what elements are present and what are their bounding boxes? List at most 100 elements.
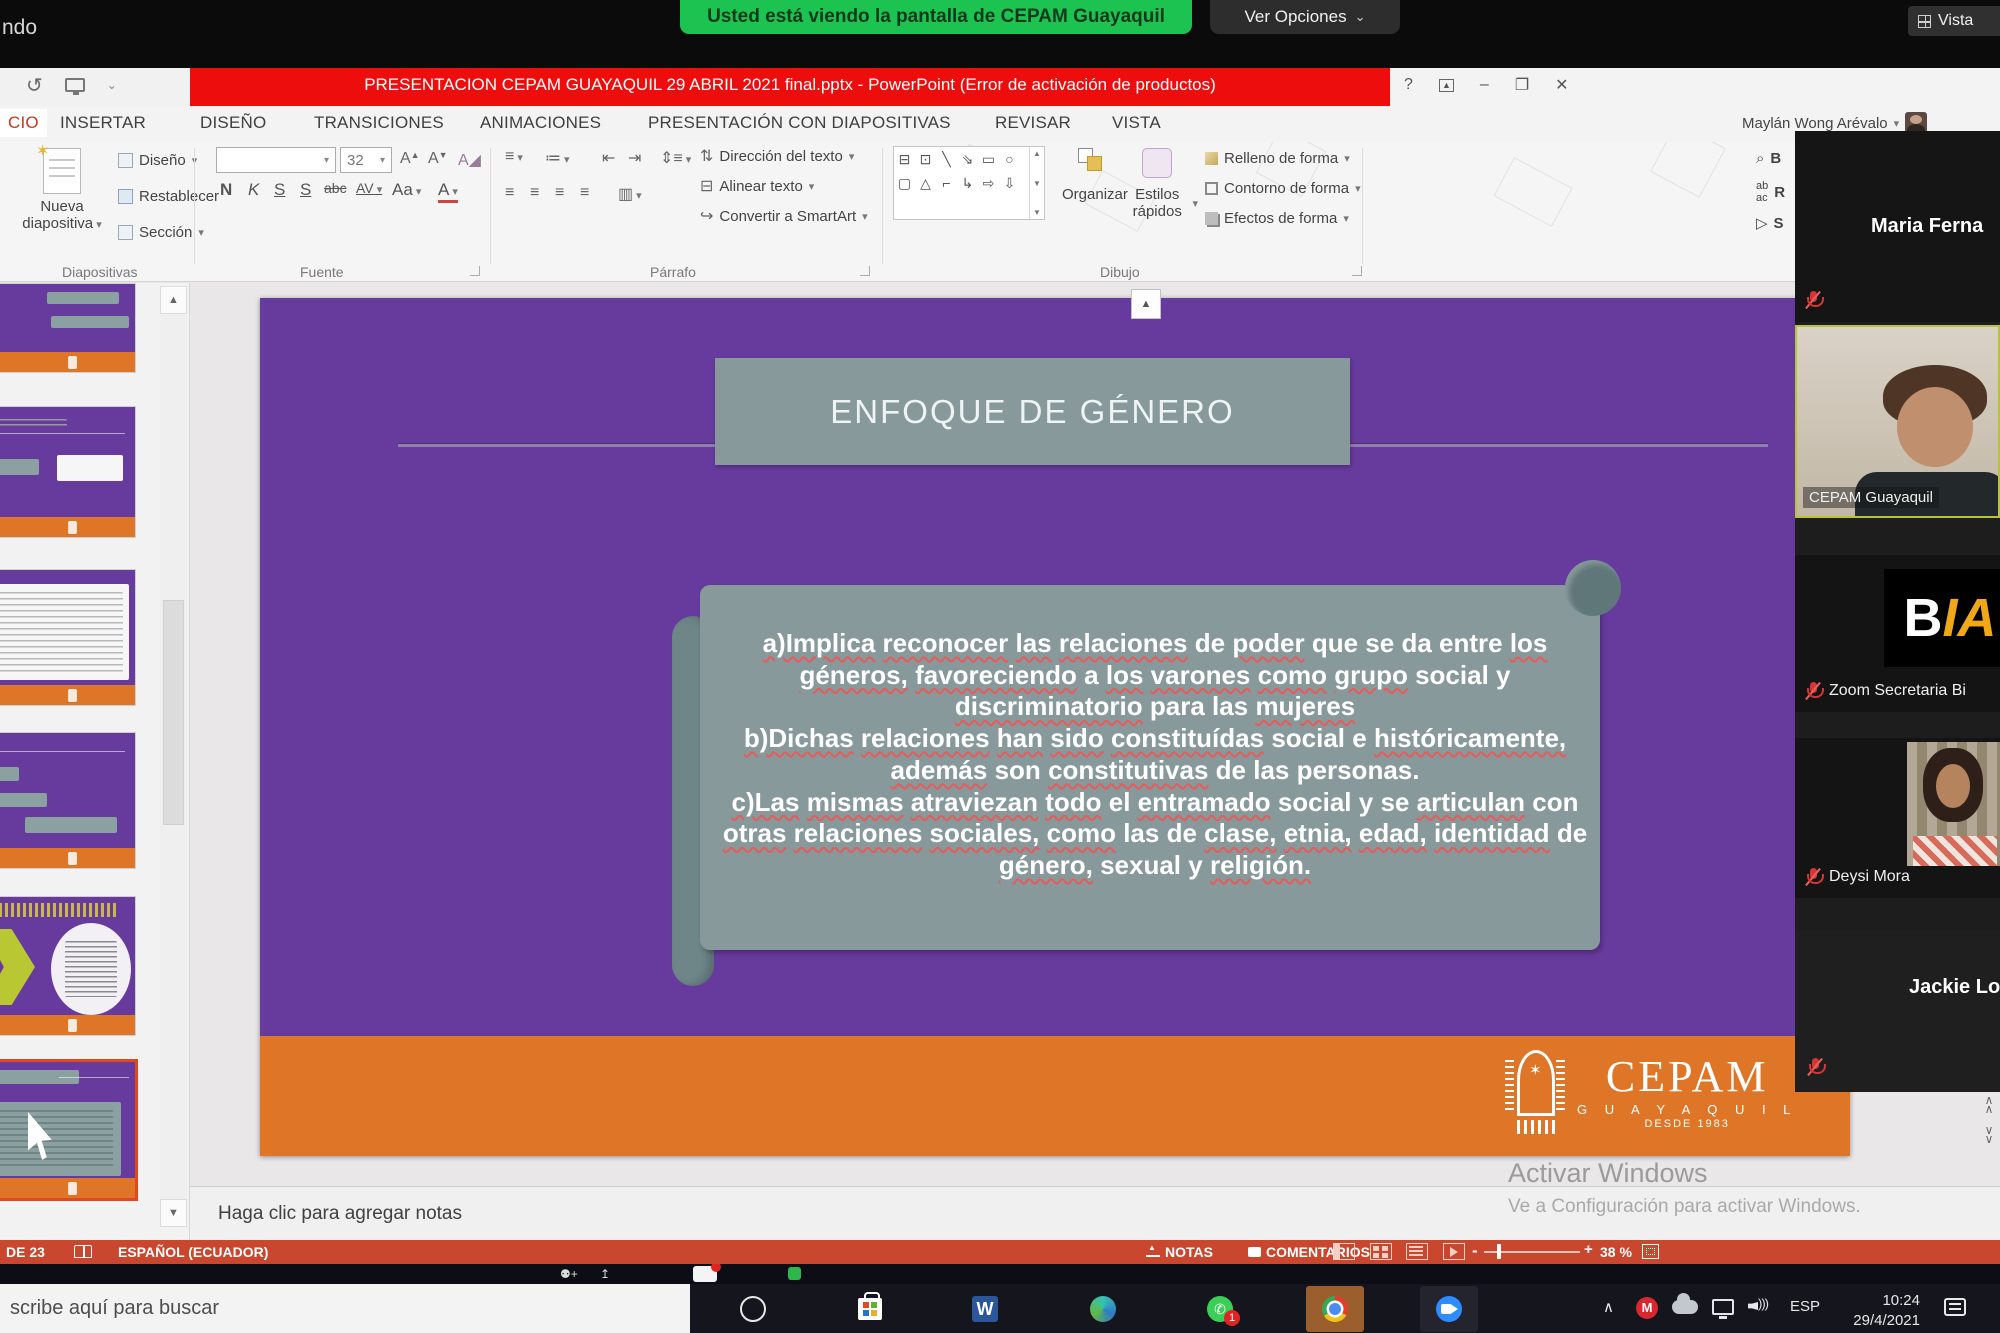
oval-shape-icon[interactable]: ○ bbox=[999, 147, 1020, 171]
align-center-icon[interactable]: ≡ bbox=[530, 184, 539, 202]
numbering-icon[interactable]: ≔ bbox=[545, 148, 570, 168]
font-name-combo[interactable] bbox=[216, 147, 336, 173]
scrollbar-up-button[interactable]: ▲ bbox=[1131, 289, 1161, 319]
elbow-arrow-shape-icon[interactable]: ↳ bbox=[957, 171, 978, 195]
slide-thumbnail[interactable] bbox=[0, 733, 135, 868]
vista-button[interactable]: Vista bbox=[1908, 6, 2000, 36]
align-text-button[interactable]: ⊟Alinear texto bbox=[700, 176, 814, 196]
participant-tile[interactable]: Deysi Mora bbox=[1795, 738, 2000, 898]
window-title-bar[interactable]: PRESENTACION CEPAM GUAYAQUIL 29 ABRIL 20… bbox=[190, 64, 1390, 106]
slide-thumbnail[interactable] bbox=[0, 570, 135, 705]
quick-styles-button[interactable]: Estilos rápidos bbox=[1128, 186, 1198, 220]
slide-thumbnail[interactable] bbox=[0, 407, 135, 537]
tab-revisar[interactable]: REVISAR bbox=[995, 113, 1071, 133]
shape-outline-button[interactable]: Contorno de forma bbox=[1205, 180, 1361, 197]
shapes-gallery[interactable]: ⊟⊡╲⇘▭○ ▢△⌐↳⇨⇩ ▲▼▼ bbox=[893, 146, 1045, 220]
slide-body[interactable]: a)Implica reconocer las relaciones de po… bbox=[715, 628, 1595, 882]
replace-button[interactable]: abacR bbox=[1756, 180, 1785, 204]
rectangle-shape-icon[interactable]: ▭ bbox=[978, 147, 999, 171]
slide-sorter-button[interactable] bbox=[1370, 1243, 1392, 1260]
participant-tile[interactable]: BIA Zoom Secretaria Bi bbox=[1795, 555, 2000, 712]
tab-presentacion[interactable]: PRESENTACIÓN CON DIAPOSITIVAS bbox=[648, 113, 951, 133]
italic-button[interactable]: K bbox=[248, 180, 259, 200]
slide-thumbnail-selected[interactable] bbox=[0, 1062, 135, 1198]
network-icon[interactable] bbox=[1712, 1299, 1734, 1315]
decrease-indent-icon[interactable]: ⇤ bbox=[602, 148, 615, 168]
fit-to-window-button[interactable] bbox=[1642, 1244, 1659, 1259]
shape-fill-button[interactable]: Relleno de forma bbox=[1205, 150, 1350, 167]
participants-scroll-up[interactable]: ∧ ∧ bbox=[1978, 1096, 2000, 1114]
restore-button[interactable]: ❐ bbox=[1515, 75, 1529, 95]
slide-counter[interactable]: DE 23 bbox=[6, 1244, 45, 1260]
font-color-button[interactable]: A bbox=[438, 180, 458, 203]
slide-title-box[interactable]: ENFOQUE DE GÉNERO bbox=[715, 358, 1350, 465]
slideshow-button[interactable] bbox=[1443, 1243, 1465, 1260]
thumbnail-scroll-down[interactable]: ▼ bbox=[160, 1199, 187, 1227]
slide-thumbnail[interactable] bbox=[0, 897, 135, 1035]
clock[interactable]: 10:24 29/4/2021 bbox=[1838, 1291, 1920, 1330]
thumbnail-scroll-up[interactable]: ▲ bbox=[160, 286, 187, 314]
increase-indent-icon[interactable]: ⇥ bbox=[628, 148, 641, 168]
design-button[interactable]: Diseño bbox=[118, 152, 197, 169]
columns-icon[interactable]: ▥ bbox=[618, 184, 642, 204]
tab-inicio[interactable]: CIO bbox=[0, 109, 47, 137]
slideshow-qat-icon[interactable] bbox=[65, 78, 85, 92]
arrow-shape-icon[interactable]: ⇘ bbox=[957, 147, 978, 171]
language-button[interactable]: ESPAÑOL (ECUADOR) bbox=[118, 1244, 268, 1260]
section-button[interactable]: Sección bbox=[118, 224, 204, 241]
slide-thumbnail[interactable] bbox=[0, 284, 135, 372]
zoom-out-button[interactable]: - bbox=[1472, 1241, 1478, 1261]
rounded-rectangle-shape-icon[interactable]: ▢ bbox=[894, 171, 915, 195]
participants-scroll-down[interactable]: ∨ ∨ bbox=[1978, 1126, 2000, 1144]
justify-icon[interactable]: ≡ bbox=[580, 184, 589, 202]
arrange-button[interactable]: Organizar bbox=[1062, 186, 1128, 203]
close-button[interactable]: ✕ bbox=[1555, 75, 1568, 95]
speaker-icon[interactable] bbox=[1748, 1298, 1768, 1314]
text-box-shape-icon[interactable]: ⊟ bbox=[894, 147, 915, 171]
bold-button[interactable]: N bbox=[220, 180, 232, 200]
tab-diseno[interactable]: DISEÑO bbox=[200, 113, 266, 133]
thumbnail-scroll-thumb[interactable] bbox=[163, 600, 184, 825]
customize-qat-icon[interactable]: ⌄ bbox=[107, 78, 117, 92]
line-spacing-icon[interactable]: ⇕≡ bbox=[660, 148, 691, 168]
normal-view-button[interactable] bbox=[1333, 1243, 1355, 1260]
action-center-icon[interactable] bbox=[1944, 1298, 1966, 1316]
zoom-slider-thumb[interactable] bbox=[1497, 1244, 1501, 1259]
shapes-gallery-scrollbar[interactable]: ▲▼▼ bbox=[1029, 147, 1044, 219]
reset-button[interactable]: Restablecer bbox=[118, 188, 219, 205]
zoom-in-button[interactable]: + bbox=[1584, 1241, 1593, 1258]
select-button[interactable]: ▷S bbox=[1756, 214, 1784, 232]
grow-font-icon[interactable]: A▲ bbox=[400, 150, 420, 168]
vertical-text-box-shape-icon[interactable]: ⊡ bbox=[915, 147, 936, 171]
notes-placeholder[interactable]: Haga clic para agregar notas bbox=[218, 1203, 462, 1225]
shrink-font-icon[interactable]: A▼ bbox=[428, 150, 448, 168]
down-arrow-shape-icon[interactable]: ⇩ bbox=[999, 171, 1020, 195]
undo-icon[interactable]: ↺ bbox=[26, 73, 43, 98]
minimize-button[interactable]: – bbox=[1480, 76, 1489, 94]
notes-button[interactable]: NOTAS bbox=[1146, 1244, 1213, 1260]
ribbon-options-button[interactable]: ▲ bbox=[1439, 79, 1454, 92]
reading-view-button[interactable] bbox=[1406, 1243, 1428, 1260]
tab-vista[interactable]: VISTA bbox=[1112, 113, 1161, 133]
font-size-combo[interactable]: 32 bbox=[340, 147, 392, 173]
underline-button[interactable]: S bbox=[274, 180, 285, 200]
align-right-icon[interactable]: ≡ bbox=[555, 184, 564, 202]
tab-insertar[interactable]: INSERTAR bbox=[60, 113, 146, 133]
tray-expand-icon[interactable]: ∧ bbox=[1603, 1298, 1614, 1316]
tab-transiciones[interactable]: TRANSICIONES bbox=[314, 113, 444, 133]
line-shape-icon[interactable]: ╲ bbox=[936, 147, 957, 171]
find-button[interactable]: ⌕B bbox=[1756, 150, 1781, 167]
spellcheck-icon[interactable] bbox=[74, 1245, 92, 1258]
participant-tile-active[interactable]: CEPAM Guayaquil bbox=[1795, 325, 2000, 518]
new-slide-button[interactable]: Nueva diapositiva bbox=[16, 146, 108, 260]
char-spacing-button[interactable]: AV bbox=[356, 180, 382, 196]
change-case-button[interactable]: Aa bbox=[392, 180, 421, 200]
bullets-icon[interactable]: ≡ bbox=[505, 148, 523, 166]
onedrive-icon[interactable] bbox=[1672, 1295, 1698, 1314]
triangle-shape-icon[interactable]: △ bbox=[915, 171, 936, 195]
shape-effects-button[interactable]: Efectos de forma bbox=[1205, 210, 1349, 227]
right-arrow-shape-icon[interactable]: ⇨ bbox=[978, 171, 999, 195]
zoom-level[interactable]: 38 % bbox=[1600, 1244, 1632, 1260]
align-left-icon[interactable]: ≡ bbox=[505, 184, 514, 202]
elbow-connector-shape-icon[interactable]: ⌐ bbox=[936, 171, 957, 195]
